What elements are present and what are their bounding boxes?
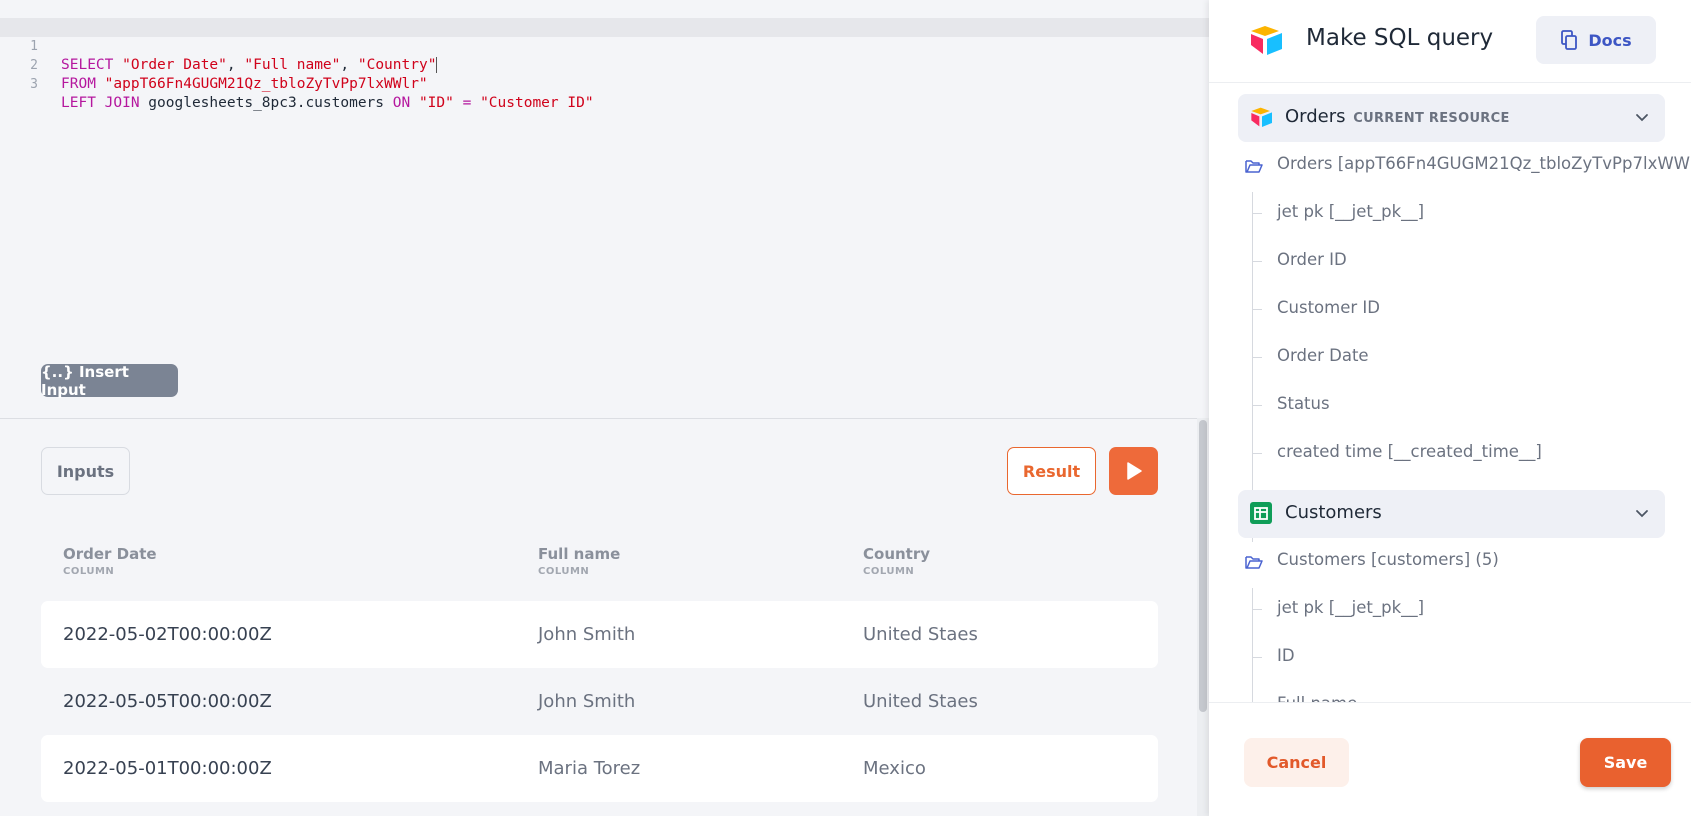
google-sheets-icon [1250, 502, 1272, 524]
tree-branch [1252, 213, 1262, 214]
airtable-logo-icon [1251, 26, 1282, 55]
cell-order-date: 2022-05-01T00:00:00Z [63, 758, 272, 779]
column-name: Full name [538, 545, 621, 563]
tree-field[interactable]: Full name [1277, 694, 1357, 702]
panel-footer: Cancel Save [1209, 702, 1691, 816]
column-type: COLUMN [63, 566, 115, 577]
result-button[interactable]: Result [1007, 447, 1096, 495]
save-button[interactable]: Save [1580, 738, 1671, 787]
tree-field[interactable]: Order Date [1277, 346, 1369, 365]
insert-input-button[interactable]: {..} Insert Input [41, 362, 178, 399]
code-token: FROM [61, 76, 96, 92]
tree-folder-orders[interactable]: Orders [appT66Fn4GUGM21Qz_tbloZyTvPp7lxW… [1277, 154, 1691, 173]
results-scrollbar-thumb[interactable] [1199, 420, 1207, 712]
cancel-label: Cancel [1266, 753, 1327, 772]
column-name: Order Date [63, 545, 157, 563]
result-label: Result [1022, 461, 1081, 481]
column-header-country: Country COLUMN [863, 545, 930, 577]
table-row[interactable]: 2022-05-01T00:00:00Z Maria Torez Mexico [41, 735, 1158, 802]
sql-editor[interactable]: 1 SELECT "Order Date", "Full name", "Cou… [0, 0, 1209, 418]
code-text[interactable]: FROM "appT66Fn4GUGM21Qz_tbloZyTvPp7lxWWl… [61, 75, 428, 94]
section-title-text: Orders [1285, 106, 1346, 127]
column-header-order-date: Order Date COLUMN [63, 545, 157, 577]
tree-branch [1252, 357, 1262, 358]
tree-field[interactable]: created time [__created_time__] [1277, 442, 1542, 461]
tree-field[interactable]: Status [1277, 394, 1330, 413]
line-number: 3 [30, 77, 38, 92]
tree-branch [1252, 261, 1262, 262]
tree-branch [1252, 609, 1262, 610]
table-row[interactable]: 2022-05-02T00:00:00Z John Smith United S… [41, 601, 1158, 668]
folder-open-icon [1245, 556, 1263, 569]
tree-folder-customers[interactable]: Customers [customers] (5) [1277, 550, 1499, 569]
cell-order-date: 2022-05-02T00:00:00Z [63, 624, 272, 645]
section-header-orders[interactable]: Orders CURRENT RESOURCE [1238, 94, 1665, 142]
code-line-3[interactable]: 3 LEFT JOIN googlesheets_8pc3.customers … [0, 56, 1209, 111]
code-token: "ID" [418, 95, 454, 111]
tree-connector [1252, 588, 1253, 702]
section-title: Orders CURRENT RESOURCE [1285, 106, 1510, 127]
query-panel: Make SQL query Docs Orders CURRENT RESOU… [1209, 0, 1691, 816]
cell-country: United Staes [863, 624, 978, 645]
docs-label: Docs [1588, 30, 1632, 50]
tree-branch [1252, 309, 1262, 310]
code-line-2[interactable]: 2 FROM "appT66Fn4GUGM21Qz_tbloZyTvPp7lxW… [0, 37, 1209, 92]
chevron-down-icon[interactable] [1633, 108, 1651, 126]
tree-field[interactable]: Customer ID [1277, 298, 1380, 317]
schema-tree[interactable]: Orders CURRENT RESOURCE Orders [appT66Fn… [1209, 84, 1691, 702]
docs-button[interactable]: Docs [1536, 16, 1656, 64]
table-row[interactable]: 2022-05-05T00:00:00Z John Smith United S… [41, 668, 1158, 735]
tree-field[interactable]: Order ID [1277, 250, 1347, 269]
inputs-button[interactable]: Inputs [41, 447, 130, 495]
cell-country: Mexico [863, 758, 926, 779]
current-resource-badge: CURRENT RESOURCE [1353, 111, 1510, 126]
cell-full-name: John Smith [538, 624, 636, 645]
tree-branch [1252, 405, 1262, 406]
save-label: Save [1603, 753, 1648, 772]
tree-field[interactable]: jet pk [__jet_pk__] [1277, 202, 1424, 221]
column-type: COLUMN [863, 566, 915, 577]
editor-divider [0, 418, 1209, 419]
run-query-button[interactable] [1109, 447, 1158, 495]
code-token: = [453, 95, 481, 111]
tree-branch [1252, 657, 1262, 658]
panel-header: Make SQL query Docs [1209, 0, 1691, 83]
query-workspace: 1 SELECT "Order Date", "Full name", "Cou… [0, 0, 1209, 816]
code-token: LEFT JOIN [61, 95, 140, 111]
tree-branch [1252, 453, 1262, 454]
code-token: "appT66Fn4GUGM21Qz_tbloZyTvPp7lxWWlr" [104, 76, 428, 92]
cell-full-name: Maria Torez [538, 758, 641, 779]
section-title-text: Customers [1285, 502, 1382, 523]
tree-field[interactable]: jet pk [__jet_pk__] [1277, 598, 1424, 617]
section-title: Customers [1285, 502, 1382, 523]
cell-order-date: 2022-05-05T00:00:00Z [63, 691, 272, 712]
copy-docs-icon [1561, 30, 1578, 50]
code-token: ON [392, 95, 411, 111]
panel-title: Make SQL query [1306, 25, 1494, 51]
code-text[interactable]: LEFT JOIN googlesheets_8pc3.customers ON… [61, 94, 594, 113]
folder-open-icon [1245, 160, 1263, 173]
inputs-label: Inputs [56, 461, 115, 481]
airtable-icon [1251, 107, 1272, 127]
section-header-customers[interactable]: Customers [1238, 490, 1665, 538]
insert-input-label: {..} Insert Input [41, 362, 129, 399]
cell-country: United Staes [863, 691, 978, 712]
code-line-1[interactable]: 1 SELECT "Order Date", "Full name", "Cou… [0, 18, 1209, 73]
play-icon [1126, 462, 1142, 480]
cell-full-name: John Smith [538, 691, 636, 712]
tree-field[interactable]: ID [1277, 646, 1295, 665]
cancel-button[interactable]: Cancel [1244, 738, 1349, 787]
column-name: Country [863, 545, 931, 563]
code-token: googlesheets_8pc3.customers [139, 95, 393, 111]
column-header-full-name: Full name COLUMN [538, 545, 620, 577]
code-token: "Customer ID" [480, 95, 594, 111]
chevron-down-icon[interactable] [1633, 504, 1651, 522]
column-type: COLUMN [538, 566, 590, 577]
